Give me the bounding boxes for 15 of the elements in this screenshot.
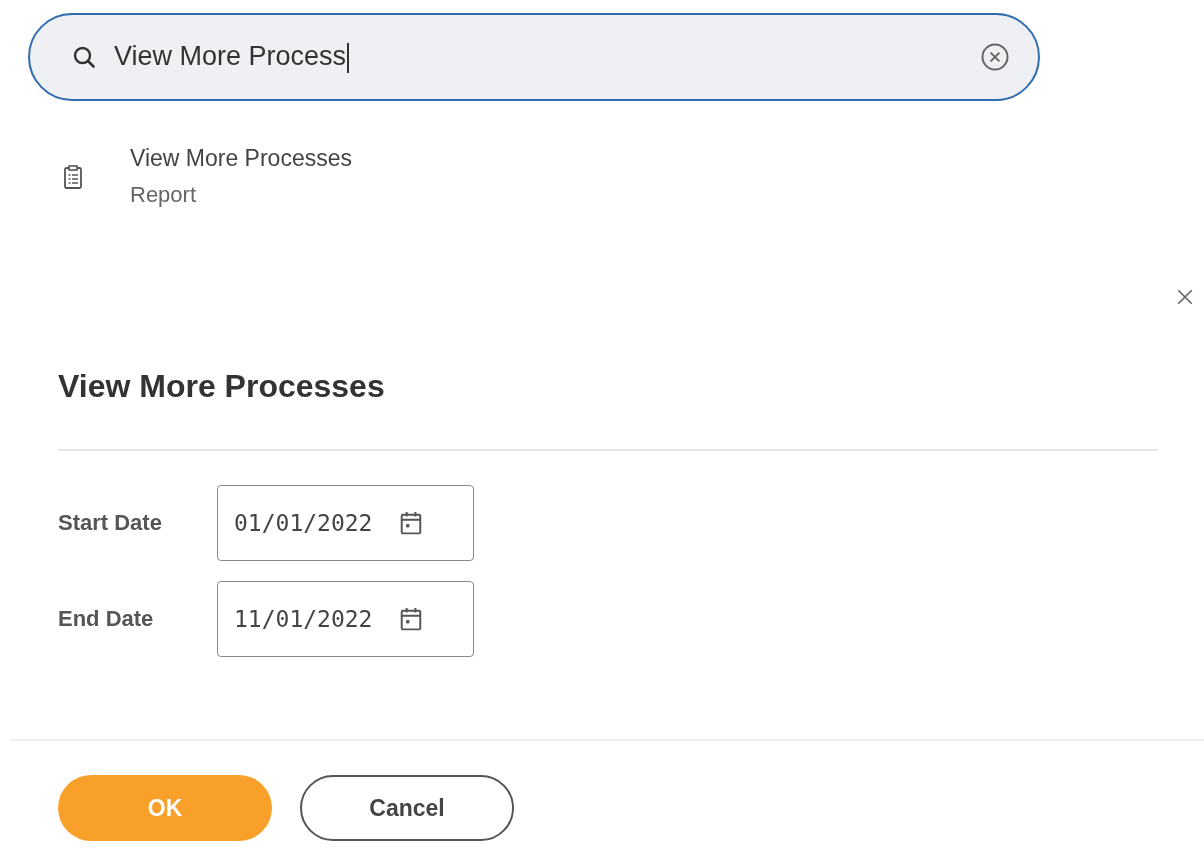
date-field[interactable]: 01/01/2022 bbox=[217, 485, 474, 561]
date-field[interactable]: 11/01/2022 bbox=[217, 581, 474, 657]
cancel-button[interactable]: Cancel bbox=[300, 775, 514, 841]
search-field[interactable]: View More Process bbox=[28, 13, 1040, 101]
clear-icon[interactable] bbox=[980, 42, 1010, 72]
result-type: Report bbox=[130, 182, 198, 208]
report-icon bbox=[64, 164, 82, 189]
calendar-icon[interactable] bbox=[400, 511, 422, 535]
field-label: End Date bbox=[58, 606, 155, 632]
result-title[interactable]: View More Processes bbox=[130, 145, 352, 172]
search-icon bbox=[72, 45, 96, 69]
calendar-icon[interactable] bbox=[400, 607, 422, 631]
field-label: Start Date bbox=[58, 510, 163, 536]
dialog-title: View More Processes bbox=[58, 368, 386, 405]
close-icon[interactable] bbox=[1176, 288, 1194, 306]
